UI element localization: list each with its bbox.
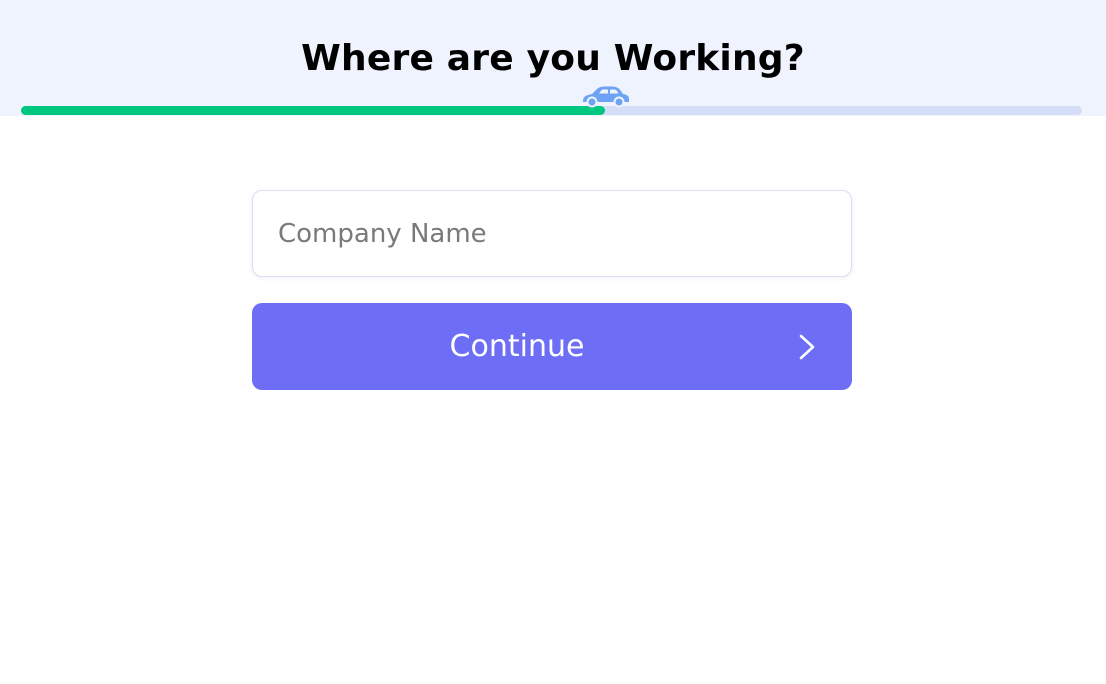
company-name-input[interactable] (253, 191, 851, 276)
continue-button-label: Continue (449, 329, 585, 364)
company-name-field (252, 190, 852, 277)
page-header: Where are you Working? (0, 0, 1106, 116)
page-title: Where are you Working? (301, 38, 805, 79)
progress-bar (21, 106, 1082, 115)
car-icon (583, 86, 629, 108)
progress-bar-fill (21, 106, 605, 115)
chevron-right-icon (799, 334, 815, 360)
continue-button[interactable]: Continue (252, 303, 852, 390)
